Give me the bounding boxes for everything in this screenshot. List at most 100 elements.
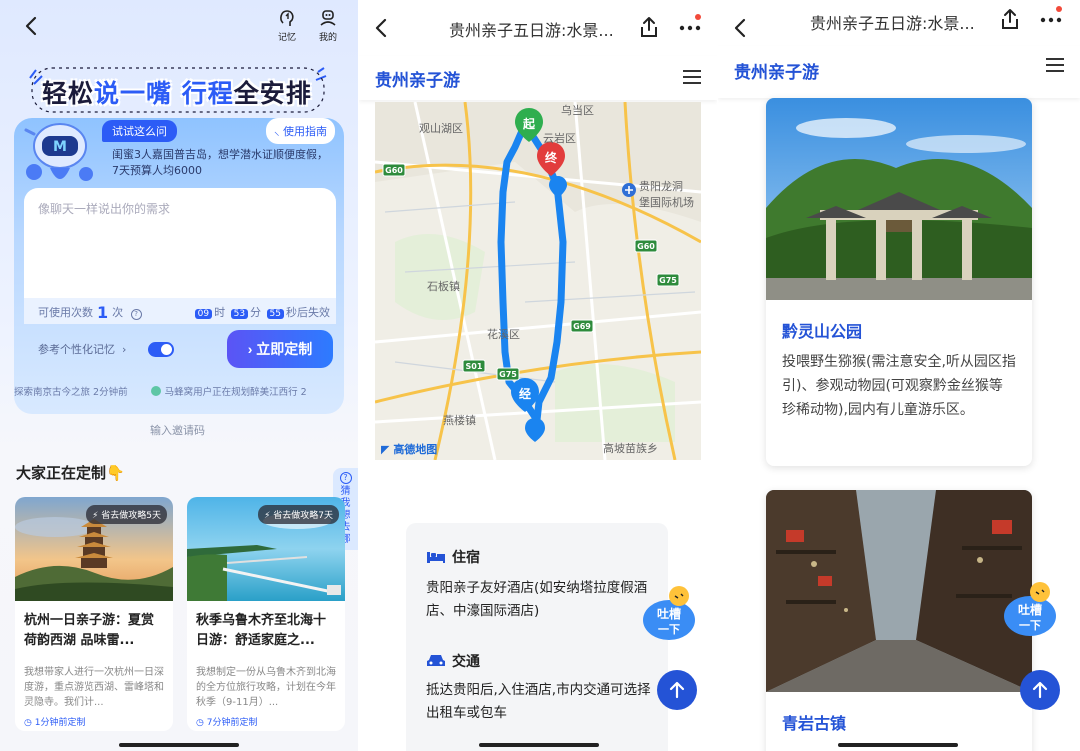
spot-desc: 投喂野生猕猴(需注意安全,听从园区指引)、参观动物园(可观察黔金丝猴等珍稀动物)… <box>782 354 1016 418</box>
memory-button[interactable]: 记忆 <box>272 8 302 43</box>
trip-card-title: 杭州一日亲子游：夏赏荷韵西湖 品味雷... <box>24 613 155 648</box>
request-input-box[interactable] <box>24 188 336 298</box>
itinerary-spots-screen: 贵州亲子五日游:水景... 贵州亲子游 黔灵山公园 投喂野生猕猴(需注意安全,听… <box>718 0 1080 751</box>
home-indicator <box>479 743 599 747</box>
route-map[interactable]: 起 终 经 G60 G60 G75 G69 S01 G75 观山湖区 乌当区 云… <box>375 102 701 460</box>
screenshot-collage: 记忆 我的 轻松说一嘴 行程全安排 M 试试这么问 ⸜ 使用指南 闺蜜3人嘉国普… <box>0 0 1080 751</box>
user-guide-button[interactable]: ⸜ 使用指南 <box>266 118 335 144</box>
svg-text:吐槽: 吐槽 <box>1018 602 1042 617</box>
more-icon[interactable] <box>679 24 701 32</box>
back-arrow-icon[interactable] <box>20 14 44 38</box>
activity-ticker: 探索南京古今之旅 2分钟前 马蜂窝用户正在规划醉美江西行 2 <box>14 386 307 398</box>
map-label: 贵阳龙洞 <box>639 180 683 193</box>
spot-card[interactable]: 黔灵山公园 投喂野生猕猴(需注意安全,听从园区指引)、参观动物园(可观察黔金丝猴… <box>766 98 1032 466</box>
example-prompt[interactable]: 闺蜜3人嘉国普吉岛，想学潜水证顺便度假，7天预算人均6000 <box>112 147 334 179</box>
memory-icon <box>280 10 294 26</box>
help-icon[interactable]: ? <box>130 309 142 320</box>
spot-card[interactable]: 青岩古镇 <box>766 490 1032 751</box>
home-indicator <box>838 743 958 747</box>
brand-title: 贵州亲子游 <box>375 71 460 91</box>
profile-button[interactable]: 我的 <box>313 8 343 43</box>
section-title: 大家正在定制👇 <box>16 464 125 482</box>
map-label: 燕楼镇 <box>443 414 476 427</box>
quota-count: 1 <box>97 303 109 322</box>
svg-text:S01: S01 <box>466 362 483 371</box>
svg-text:M: M <box>53 139 67 155</box>
quota-row: 可使用次数 1 次 ? 09 时 53 分 55 秒后失效 <box>24 298 336 324</box>
map-label: 堡国际机场 <box>639 196 694 209</box>
trip-card[interactable]: ⚡ 省去做攻略7天 秋季乌鲁木齐至北海十日游：舒适家庭之... 我想制定一份从乌… <box>187 497 345 731</box>
feedback-button[interactable]: 吐槽 一下 <box>639 584 697 646</box>
memory-toggle[interactable] <box>148 342 174 357</box>
trip-card-time: ◷ 1分钟前定制 <box>24 718 86 728</box>
page-title: 贵州亲子五日游:水景... <box>810 14 975 33</box>
qianling-gate-image <box>766 98 1032 300</box>
car-icon <box>427 655 445 666</box>
spot-name: 黔灵山公园 <box>782 322 863 341</box>
trip-card-desc: 我想制定一份从乌鲁木齐到北海的全方位旅行攻略，计划在今年秋季（9-11月）... <box>196 667 336 708</box>
time-saved-badge: ⚡ 省去做攻略7天 <box>258 505 339 524</box>
back-arrow-icon[interactable] <box>371 16 393 40</box>
try-asking-chip: 试试这么问 <box>102 120 177 142</box>
map-label: 观山湖区 <box>419 122 463 135</box>
seaside-pier-image: ⚡ 省去做攻略7天 <box>187 497 345 601</box>
trip-card-title: 秋季乌鲁木齐至北海十日游：舒适家庭之... <box>196 613 327 648</box>
more-icon[interactable] <box>1040 16 1062 24</box>
menu-icon[interactable] <box>683 70 701 84</box>
spot-name: 青岩古镇 <box>782 714 847 733</box>
request-input[interactable] <box>24 188 336 298</box>
amap-logo-icon: ◤ <box>381 443 390 456</box>
slogan-banner: 轻松说一嘴 行程全安排 <box>28 66 328 114</box>
map-label: 乌当区 <box>561 104 594 117</box>
time-saved-badge: ⚡ 省去做攻略5天 <box>86 505 167 524</box>
ai-trip-planner-screen: 记忆 我的 轻松说一嘴 行程全安排 M 试试这么问 ⸜ 使用指南 闺蜜3人嘉国普… <box>0 0 358 751</box>
stay-heading: 住宿 <box>426 547 480 567</box>
stay-text: 贵阳亲子友好酒店(如安纳塔拉度假酒店、中濠国际酒店) <box>426 580 648 619</box>
traffic-heading: 交通 <box>426 651 480 671</box>
profile-label: 我的 <box>318 33 337 43</box>
notification-dot <box>1056 6 1062 12</box>
itinerary-detail-card: 住宿 贵阳亲子友好酒店(如安纳塔拉度假酒店、中濠国际酒店) 交通 抵达贵阳后,入… <box>406 523 668 751</box>
toggle-knob <box>161 344 172 355</box>
back-arrow-icon[interactable] <box>730 16 752 40</box>
map-provider-logo: ◤ 高德地图 <box>381 443 438 456</box>
svg-text:起: 起 <box>522 116 536 131</box>
itinerary-map-screen: 贵州亲子五日游:水景... 贵州亲子游 起 终 经 G60 G60 G75 G6… <box>359 0 717 751</box>
svg-text:G69: G69 <box>573 322 591 331</box>
nav-bar: 贵州亲子五日游:水景... <box>359 0 717 56</box>
customize-now-button[interactable]: › 立即定制 <box>227 330 333 368</box>
menu-icon[interactable] <box>1046 58 1064 72</box>
share-icon[interactable] <box>1000 8 1020 30</box>
feedback-button[interactable]: 吐槽 一下 <box>1000 580 1058 642</box>
trip-card-time: ◷ 7分钟前定制 <box>196 718 258 728</box>
profile-icon <box>320 10 336 26</box>
scroll-top-button[interactable] <box>1020 670 1060 710</box>
hangzhou-pagoda-image: ⚡ 省去做攻略5天 <box>15 497 173 601</box>
map-canvas: 起 终 经 G60 G60 G75 G69 S01 G75 <box>375 102 701 460</box>
user-avatar-icon <box>150 386 161 396</box>
wand-icon: ⸜ <box>274 125 280 138</box>
svg-text:吐槽: 吐槽 <box>657 606 681 621</box>
arrow-up-icon <box>1032 681 1048 699</box>
personal-memory-option[interactable]: 参考个性化记忆 › <box>38 341 126 357</box>
chevron-right-icon: › <box>118 343 127 356</box>
airport-icon <box>622 183 636 197</box>
trip-card[interactable]: ⚡ 省去做攻略5天 杭州一日亲子游：夏赏荷韵西湖 品味雷... 我想带家人进行一… <box>15 497 173 731</box>
brand-title: 贵州亲子游 <box>734 63 819 83</box>
notification-dot <box>695 14 701 20</box>
bolt-icon: ⚡ <box>264 511 271 521</box>
bolt-icon: ⚡ <box>92 511 99 521</box>
memory-label: 记忆 <box>277 33 296 43</box>
share-icon[interactable] <box>639 16 659 38</box>
scroll-top-button[interactable] <box>657 670 697 710</box>
trip-card-desc: 我想带家人进行一次杭州一日深度游，重点游览西湖、雷峰塔和灵隐寺。我们计... <box>24 667 164 708</box>
clock-icon: ◷ <box>196 718 204 728</box>
qingyan-street-image <box>766 490 1032 692</box>
bed-icon <box>427 552 445 563</box>
svg-text:G60: G60 <box>637 242 655 251</box>
svg-text:G75: G75 <box>499 370 517 379</box>
svg-text:经: 经 <box>519 386 531 401</box>
question-icon: ? <box>339 472 352 484</box>
invite-code-link[interactable]: 输入邀请码 <box>150 422 205 438</box>
svg-text:终: 终 <box>545 150 558 165</box>
